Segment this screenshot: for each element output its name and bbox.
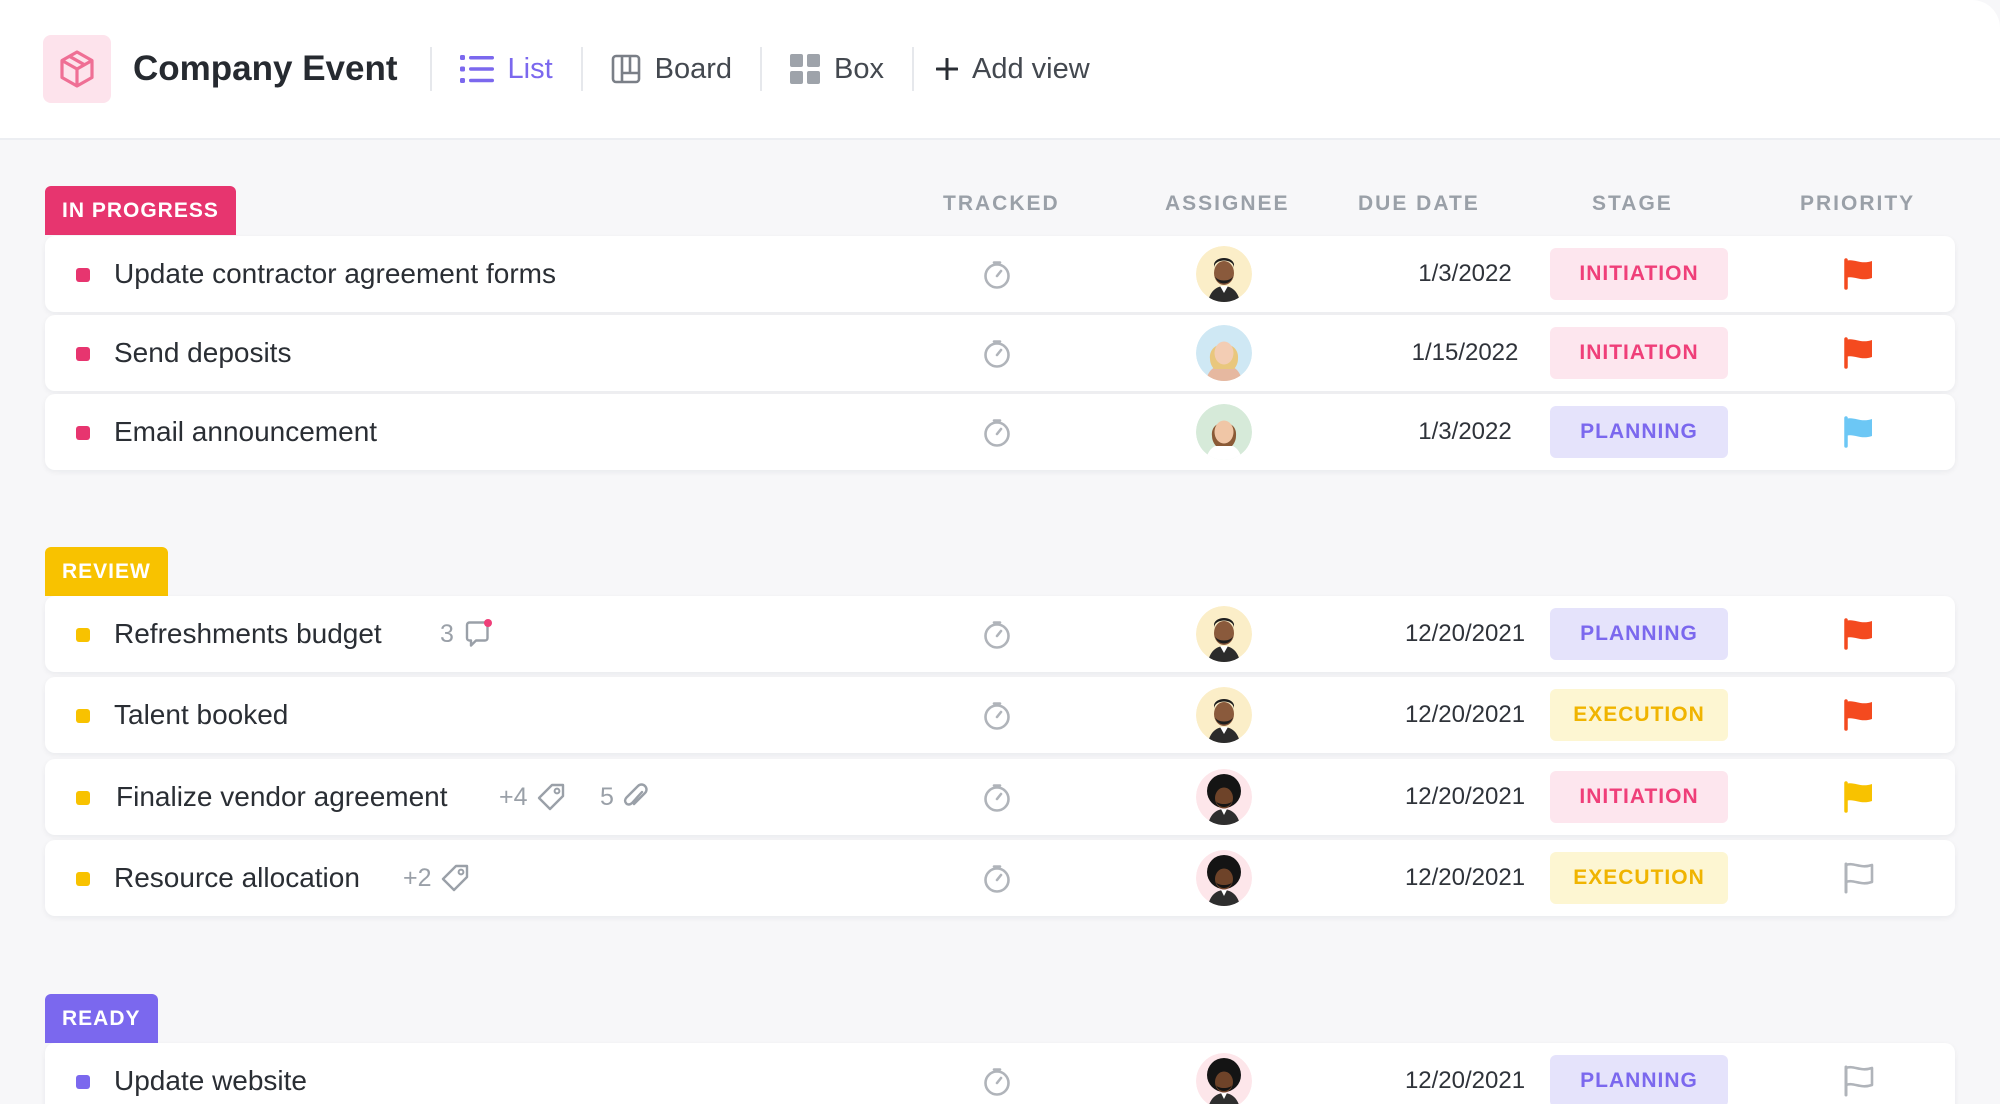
- avatar[interactable]: [1196, 1053, 1252, 1104]
- timer-icon[interactable]: [982, 864, 1012, 894]
- group-label-review[interactable]: REVIEW: [45, 547, 168, 596]
- table-row[interactable]: Send deposits 1/15/2022 INITIATION: [45, 315, 1955, 391]
- flag-icon-urgent[interactable]: [1842, 258, 1876, 290]
- flag-icon-high[interactable]: [1842, 781, 1876, 813]
- table-row[interactable]: Update contractor agreement forms 1/3/20…: [45, 236, 1955, 312]
- comment-count-value: 3: [440, 619, 454, 648]
- task-name[interactable]: Update website: [114, 1043, 307, 1104]
- tab-board-label: Board: [654, 52, 733, 85]
- view-header: Company Event List Board Box Add view: [0, 0, 2000, 140]
- cube-icon[interactable]: [43, 35, 111, 103]
- status-dot[interactable]: [76, 791, 90, 805]
- timer-icon[interactable]: [982, 339, 1012, 369]
- timer-icon[interactable]: [982, 701, 1012, 731]
- status-dot[interactable]: [76, 347, 90, 361]
- tag-count-value: +4: [499, 782, 528, 811]
- timer-icon[interactable]: [982, 783, 1012, 813]
- flag-icon-urgent[interactable]: [1842, 337, 1876, 369]
- task-name[interactable]: Resource allocation: [114, 840, 360, 916]
- flag-icon-urgent[interactable]: [1842, 699, 1876, 731]
- avatar[interactable]: [1196, 769, 1252, 825]
- stage-badge[interactable]: PLANNING: [1550, 1055, 1728, 1104]
- table-row[interactable]: Talent booked 12/20/2021 EXECUTION: [45, 677, 1955, 753]
- avatar[interactable]: [1196, 325, 1252, 381]
- stage-badge[interactable]: PLANNING: [1550, 406, 1728, 458]
- table-row[interactable]: Update website 12/20/2021 PLANNING: [45, 1043, 1955, 1104]
- stage-badge[interactable]: EXECUTION: [1550, 852, 1728, 904]
- tab-board[interactable]: Board: [583, 53, 760, 86]
- task-name[interactable]: Update contractor agreement forms: [114, 236, 556, 312]
- stage-badge[interactable]: INITIATION: [1550, 248, 1728, 300]
- tab-list-label: List: [507, 52, 553, 85]
- column-header-due-date[interactable]: DUE DATE: [1358, 192, 1480, 216]
- status-dot[interactable]: [76, 268, 90, 282]
- tag-count[interactable]: +2: [403, 840, 470, 916]
- flag-icon-normal[interactable]: [1842, 416, 1876, 448]
- task-name[interactable]: Send deposits: [114, 315, 291, 391]
- paperclip-icon: [623, 783, 648, 806]
- status-dot[interactable]: [76, 872, 90, 886]
- table-row[interactable]: Resource allocation +2 12/20/2021 EXECUT…: [45, 840, 1955, 916]
- tab-box-label: Box: [834, 52, 885, 85]
- avatar[interactable]: [1196, 404, 1252, 460]
- status-dot[interactable]: [76, 628, 90, 642]
- table-row[interactable]: Email announcement 1/3/2022 PLANNING: [45, 394, 1955, 470]
- flag-icon-none[interactable]: [1842, 1065, 1876, 1097]
- status-dot[interactable]: [76, 426, 90, 440]
- box-grid-icon: [790, 54, 821, 84]
- task-name[interactable]: Email announcement: [114, 394, 377, 470]
- stage-badge[interactable]: EXECUTION: [1550, 689, 1728, 741]
- list-icon: [459, 54, 494, 84]
- task-name[interactable]: Refreshments budget: [114, 596, 382, 672]
- attachment-count[interactable]: 5: [600, 759, 650, 835]
- tag-count-value: +2: [403, 863, 432, 892]
- page-title: Company Event: [133, 49, 398, 88]
- timer-icon[interactable]: [982, 620, 1012, 650]
- status-dot[interactable]: [76, 1075, 90, 1089]
- flag-icon-none[interactable]: [1842, 862, 1876, 894]
- avatar[interactable]: [1196, 246, 1252, 302]
- add-view-label: Add view: [972, 52, 1090, 85]
- tab-list[interactable]: List: [432, 53, 581, 86]
- timer-icon[interactable]: [982, 260, 1012, 290]
- group-label-ready[interactable]: READY: [45, 994, 158, 1043]
- task-name[interactable]: Talent booked: [114, 677, 288, 753]
- timer-icon[interactable]: [982, 1067, 1012, 1097]
- status-dot[interactable]: [76, 709, 90, 723]
- timer-icon[interactable]: [982, 418, 1012, 448]
- column-header-stage[interactable]: STAGE: [1592, 192, 1673, 216]
- avatar[interactable]: [1196, 850, 1252, 906]
- avatar[interactable]: [1196, 606, 1252, 662]
- tag-count[interactable]: +4: [499, 759, 566, 835]
- column-header-assignee[interactable]: ASSIGNEE: [1165, 192, 1290, 216]
- board-icon: [611, 54, 641, 84]
- tag-icon: [441, 864, 468, 892]
- plus-icon: [936, 58, 959, 80]
- column-header-priority[interactable]: PRIORITY: [1800, 192, 1915, 216]
- stage-badge[interactable]: INITIATION: [1550, 771, 1728, 823]
- table-row[interactable]: Finalize vendor agreement +4 5 12/20/202…: [45, 759, 1955, 835]
- add-view-button[interactable]: Add view: [914, 53, 1118, 86]
- tag-icon: [537, 783, 564, 811]
- avatar[interactable]: [1196, 687, 1252, 743]
- column-header-tracked[interactable]: TRACKED: [943, 192, 1060, 216]
- tab-box[interactable]: Box: [762, 53, 912, 86]
- task-name[interactable]: Finalize vendor agreement: [116, 759, 448, 835]
- group-label-in-progress[interactable]: IN PROGRESS: [45, 186, 236, 235]
- flag-icon-urgent[interactable]: [1842, 618, 1876, 650]
- attachment-count-value: 5: [600, 782, 614, 811]
- stage-badge[interactable]: INITIATION: [1550, 327, 1728, 379]
- comment-icon: [465, 619, 492, 647]
- table-row[interactable]: Refreshments budget 3 12/20/2021 PLANNIN…: [45, 596, 1955, 672]
- stage-badge[interactable]: PLANNING: [1550, 608, 1728, 660]
- comment-count[interactable]: 3: [440, 596, 494, 672]
